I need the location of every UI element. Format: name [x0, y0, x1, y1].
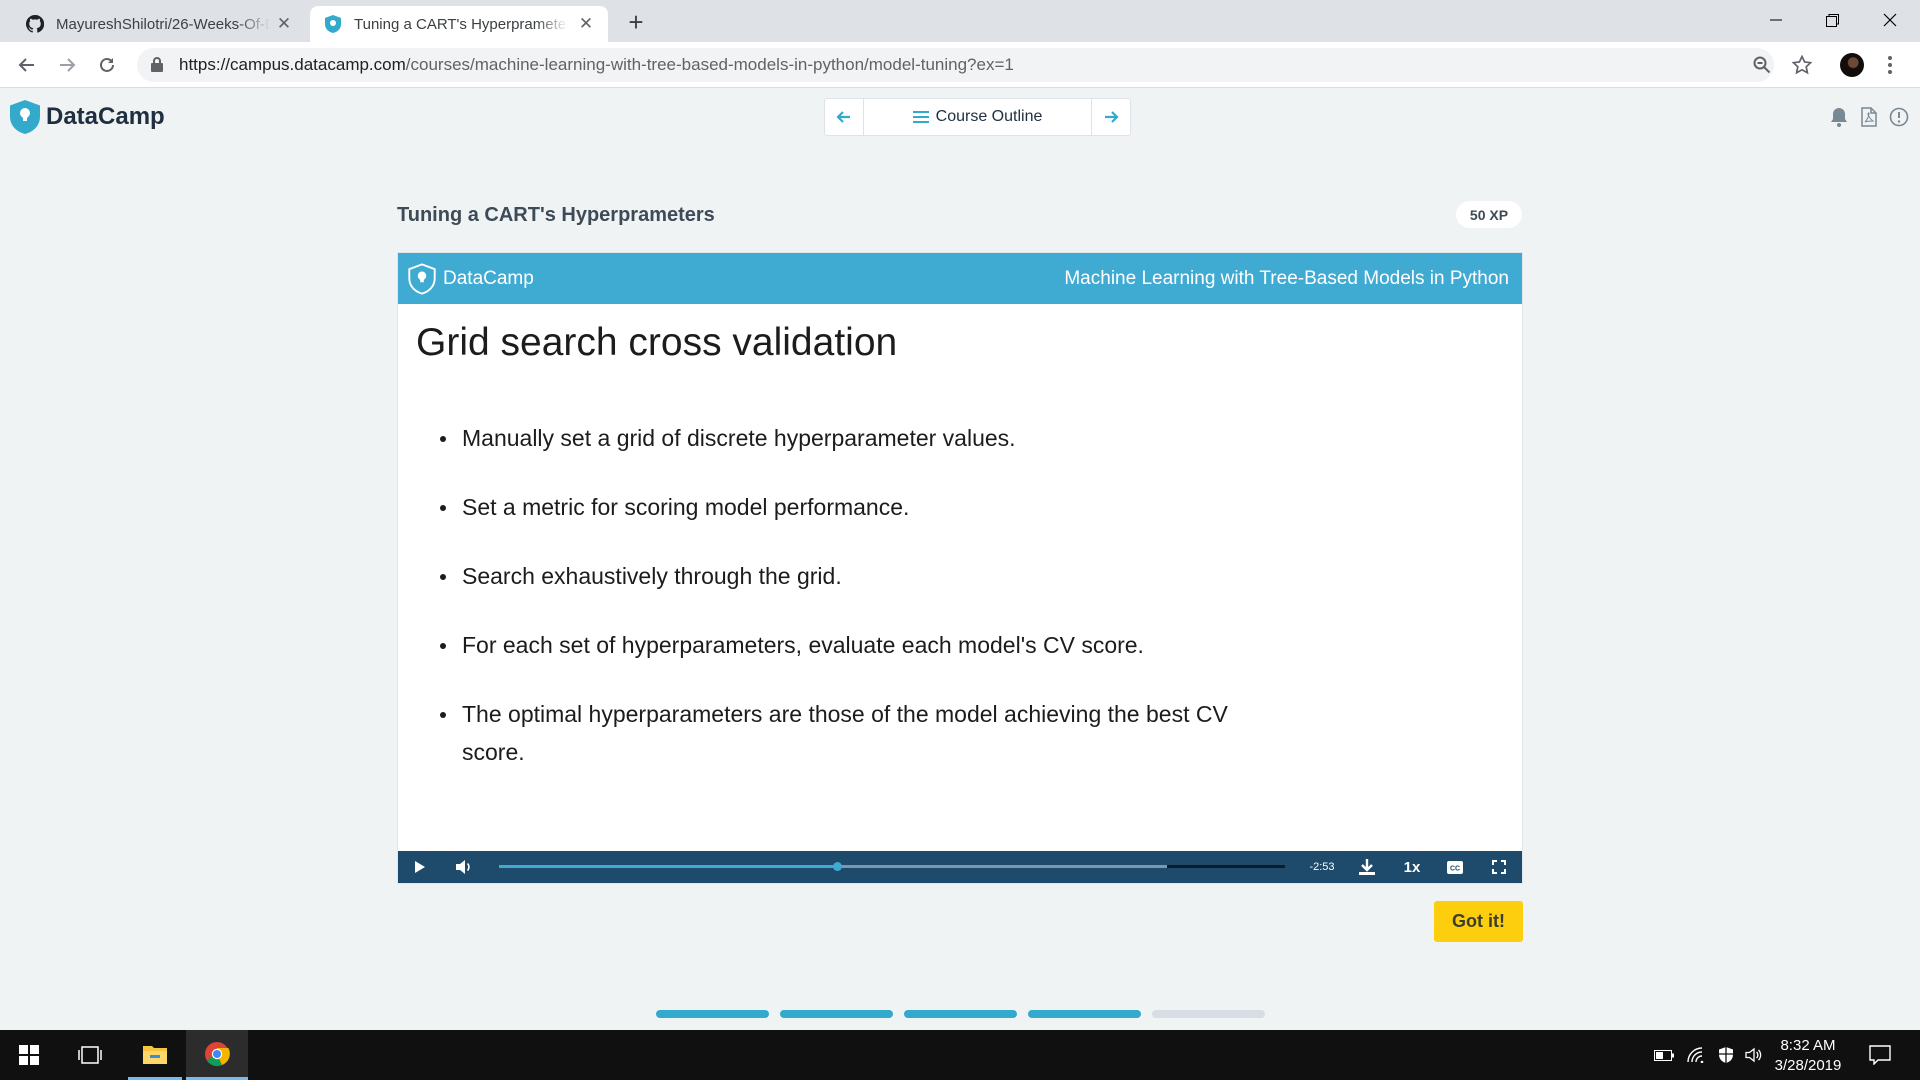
security-shield-icon[interactable] [1714, 1030, 1738, 1080]
wifi-icon[interactable] [1684, 1030, 1708, 1080]
previous-exercise-button[interactable] [825, 99, 863, 135]
got-it-button[interactable]: Got it! [1434, 901, 1523, 942]
datacamp-shield-icon [324, 15, 342, 33]
bookmark-star-icon[interactable] [1786, 48, 1818, 82]
pdf-slides-icon[interactable] [1858, 106, 1880, 128]
restore-icon[interactable] [1804, 0, 1860, 40]
arrow-right-icon [1105, 111, 1119, 123]
time-remaining: -2:53 [1309, 861, 1335, 873]
slide-header: DataCamp Machine Learning with Tree-Base… [398, 253, 1522, 304]
windows-start-icon[interactable] [0, 1030, 58, 1080]
browser-toolbar: https://campus.datacamp.com/courses/mach… [0, 42, 1920, 88]
file-explorer-icon[interactable] [128, 1030, 182, 1080]
slide-title: Grid search cross validation [416, 321, 898, 364]
address-bar[interactable]: https://campus.datacamp.com/courses/mach… [137, 48, 1774, 82]
close-window-icon[interactable] [1862, 0, 1918, 40]
browser-menu-icon[interactable] [1882, 52, 1898, 78]
slide-brand: DataCamp [443, 267, 534, 289]
progress-segment [1152, 1010, 1265, 1018]
exercise-title: Tuning a CART's Hyperprameters [397, 204, 715, 226]
volume-icon[interactable] [450, 851, 478, 883]
bullet-item: Manually set a grid of discrete hyperpar… [440, 419, 1300, 457]
arrow-left-icon [836, 111, 850, 123]
clock-time: 8:32 AM [1780, 1037, 1836, 1054]
datacamp-shield-icon [10, 100, 40, 134]
next-exercise-button[interactable] [1092, 99, 1130, 135]
download-icon[interactable] [1351, 851, 1383, 883]
progress-segment [1028, 1010, 1141, 1018]
svg-text:CC: CC [1450, 865, 1460, 872]
close-tab-icon[interactable]: ✕ [576, 14, 596, 34]
tab-title: MayureshShilotri/26-Weeks-Of-Data-Scienc… [56, 15, 270, 33]
close-tab-icon[interactable]: ✕ [274, 14, 294, 34]
xp-badge: 50 XP [1456, 201, 1522, 228]
course-progress-bar [656, 1010, 1265, 1018]
action-center-icon[interactable] [1862, 1030, 1898, 1080]
video-scrubber-handle[interactable] [832, 862, 842, 871]
task-view-icon[interactable] [64, 1030, 116, 1080]
datacamp-shield-icon [408, 262, 436, 295]
slide-course-name: Machine Learning with Tree-Based Models … [1064, 267, 1509, 289]
browser-tab-strip: MayureshShilotri/26-Weeks-Of-Data-Scienc… [0, 0, 1920, 42]
clock-date: 3/28/2019 [1774, 1057, 1842, 1074]
bullet-item: Set a metric for scoring model performan… [440, 488, 1300, 526]
system-clock[interactable]: 8:32 AM 3/28/2019 [1760, 1036, 1856, 1076]
tab-datacamp[interactable]: Tuning a CART's Hyperprameters ✕ [310, 6, 608, 42]
course-outline-button[interactable]: Course Outline [863, 99, 1092, 135]
play-icon[interactable] [406, 851, 434, 883]
reload-icon[interactable] [92, 50, 122, 80]
notification-bell-icon[interactable] [1828, 106, 1850, 128]
lock-icon [151, 57, 165, 73]
github-icon [26, 15, 44, 33]
menu-icon [912, 111, 929, 123]
minimize-icon[interactable] [1748, 0, 1804, 40]
battery-icon[interactable] [1652, 1030, 1676, 1080]
tab-github[interactable]: MayureshShilotri/26-Weeks-Of-Data-Scienc… [12, 6, 306, 42]
video-progress-track[interactable] [499, 862, 1285, 871]
datacamp-header: DataCamp Course Outline [0, 88, 1920, 146]
datacamp-logo[interactable]: DataCamp [10, 100, 165, 134]
video-played-bar [499, 865, 837, 868]
course-outline-nav: Course Outline [824, 98, 1131, 136]
bullet-item: For each set of hyperparameters, evaluat… [440, 626, 1300, 664]
bullet-item: The optimal hyperparameters are those of… [440, 695, 1240, 771]
windows-taskbar: 8:32 AM 3/28/2019 [0, 1030, 1920, 1080]
fullscreen-icon[interactable] [1484, 851, 1514, 883]
report-issue-icon[interactable] [1888, 106, 1910, 128]
chrome-taskbar-icon[interactable] [186, 1030, 248, 1080]
playback-speed-button[interactable]: 1x [1396, 851, 1428, 883]
video-controls: -2:53 1x CC [398, 851, 1522, 883]
brand-name: DataCamp [46, 103, 165, 130]
url-text: https://campus.datacamp.com/courses/mach… [179, 55, 1014, 74]
progress-segment [904, 1010, 1017, 1018]
zoom-icon[interactable] [1746, 48, 1778, 82]
course-outline-label: Course Outline [935, 108, 1043, 125]
video-player[interactable]: DataCamp Machine Learning with Tree-Base… [397, 252, 1523, 884]
progress-segment [780, 1010, 893, 1018]
bullet-item: Search exhaustively through the grid. [440, 557, 1300, 595]
forward-icon[interactable] [52, 50, 82, 80]
profile-avatar[interactable] [1840, 53, 1864, 77]
back-icon[interactable] [12, 50, 42, 80]
tab-title: Tuning a CART's Hyperprameters [354, 15, 568, 33]
new-tab-button[interactable]: + [620, 7, 652, 38]
captions-icon[interactable]: CC [1440, 851, 1470, 883]
slide-bullets: Manually set a grid of discrete hyperpar… [440, 419, 1300, 802]
progress-segment [656, 1010, 769, 1018]
